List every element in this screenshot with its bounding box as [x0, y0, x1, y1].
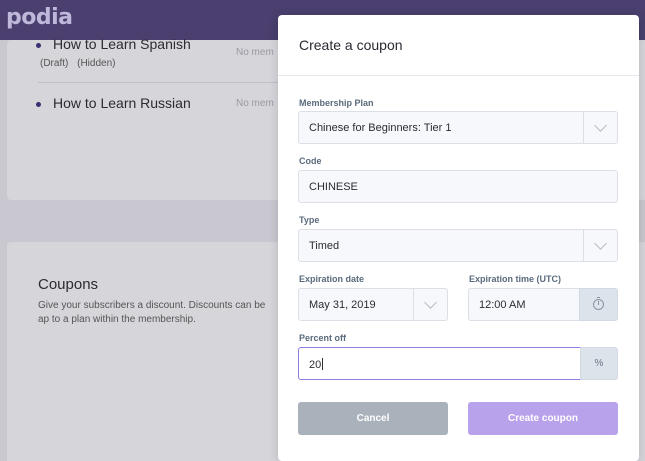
podia-logo[interactable]: podia: [6, 5, 73, 30]
percent-off-label: Percent off: [299, 333, 347, 343]
percent-off-input[interactable]: 20: [298, 347, 581, 380]
type-value: Timed: [309, 240, 340, 252]
coupons-heading: Coupons: [38, 276, 99, 293]
expiration-date-value: May 31, 2019: [309, 299, 376, 311]
lesson-item[interactable]: How to Learn Russian: [36, 95, 191, 111]
coupons-description: Give your subscribers a discount. Discou…: [38, 300, 266, 325]
lesson-tags: (Draft) (Hidden): [40, 58, 121, 69]
type-label: Type: [299, 215, 320, 225]
lesson-title: How to Learn Russian: [53, 95, 191, 111]
clock-icon: [593, 297, 604, 310]
cancel-button[interactable]: Cancel: [298, 402, 448, 435]
membership-plan-select[interactable]: Chinese for Beginners: Tier 1: [298, 111, 618, 144]
lesson-item[interactable]: How to Learn Spanish: [36, 36, 191, 52]
clock-addon[interactable]: [579, 288, 618, 321]
create-coupon-button[interactable]: Create coupon: [468, 402, 618, 435]
code-label: Code: [299, 156, 322, 166]
type-select[interactable]: Timed: [298, 229, 618, 262]
divider: [38, 82, 298, 83]
bullet-icon: [36, 102, 41, 107]
modal-title: Create a coupon: [299, 37, 403, 53]
code-input[interactable]: CHINESE: [298, 170, 618, 203]
lesson-members: No mem: [236, 98, 274, 109]
expiration-date-label: Expiration date: [299, 274, 365, 284]
code-value: CHINESE: [309, 181, 358, 193]
bullet-icon: [36, 43, 41, 48]
percent-off-value: 20: [309, 359, 322, 371]
hidden-tag: (Hidden): [77, 58, 116, 69]
expiration-time-label: Expiration time (UTC): [469, 274, 562, 284]
expiration-time-value: 12:00 AM: [479, 299, 526, 311]
create-coupon-modal: Create a coupon Membership Plan Chinese …: [278, 15, 639, 461]
expiration-time-input[interactable]: 12:00 AM: [468, 288, 580, 321]
modal-header: Create a coupon: [278, 15, 639, 76]
draft-tag: (Draft): [40, 58, 69, 69]
membership-plan-label: Membership Plan: [299, 98, 374, 108]
chevron-down-icon: [413, 289, 447, 320]
membership-plan-value: Chinese for Beginners: Tier 1: [309, 122, 452, 134]
chevron-down-icon: [583, 230, 617, 261]
percent-addon: %: [580, 347, 618, 380]
chevron-down-icon: [583, 112, 617, 143]
lesson-members: No mem: [236, 47, 274, 58]
lesson-title: How to Learn Spanish: [53, 36, 191, 52]
expiration-date-select[interactable]: May 31, 2019: [298, 288, 448, 321]
